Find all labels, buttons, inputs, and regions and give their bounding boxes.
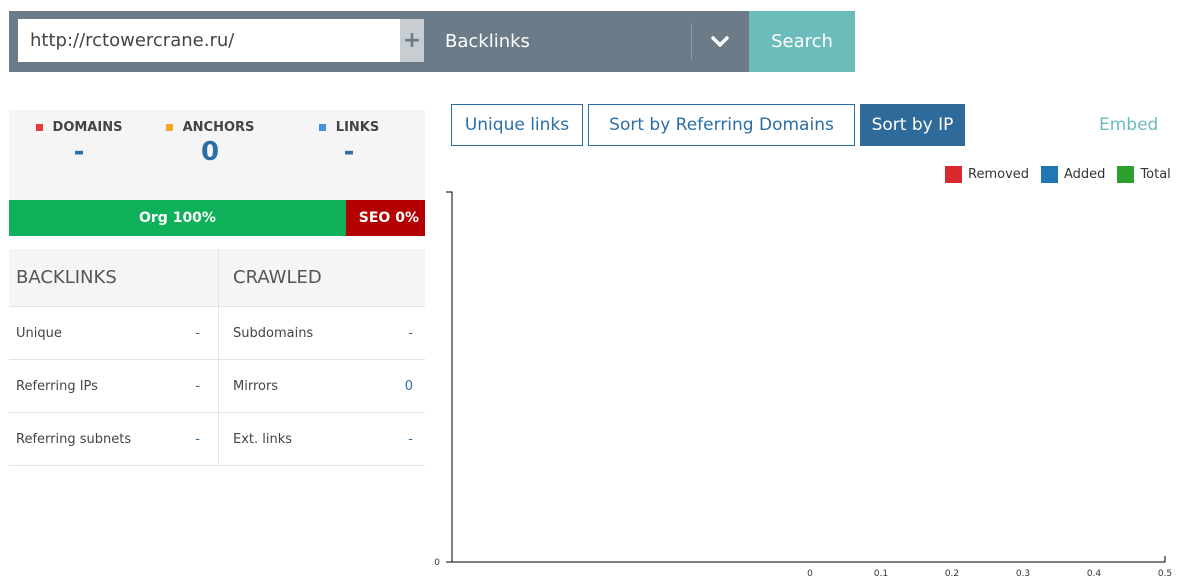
x-tick-label: 0.5 [1158, 569, 1172, 578]
x-tick-label: 0.2 [945, 569, 959, 578]
x-tick-label: 0.4 [1087, 569, 1102, 578]
x-axis [446, 556, 1166, 563]
x-tick-label: 0 [807, 569, 813, 578]
x-tick-label: 0.3 [1016, 569, 1030, 578]
y-tick-label: 0 [434, 558, 440, 568]
x-tick-label: 0.1 [874, 569, 888, 578]
y-axis [446, 191, 453, 562]
chart-canvas: 0 0 0.1 0.2 0.3 0.4 0.5 [434, 191, 1172, 578]
